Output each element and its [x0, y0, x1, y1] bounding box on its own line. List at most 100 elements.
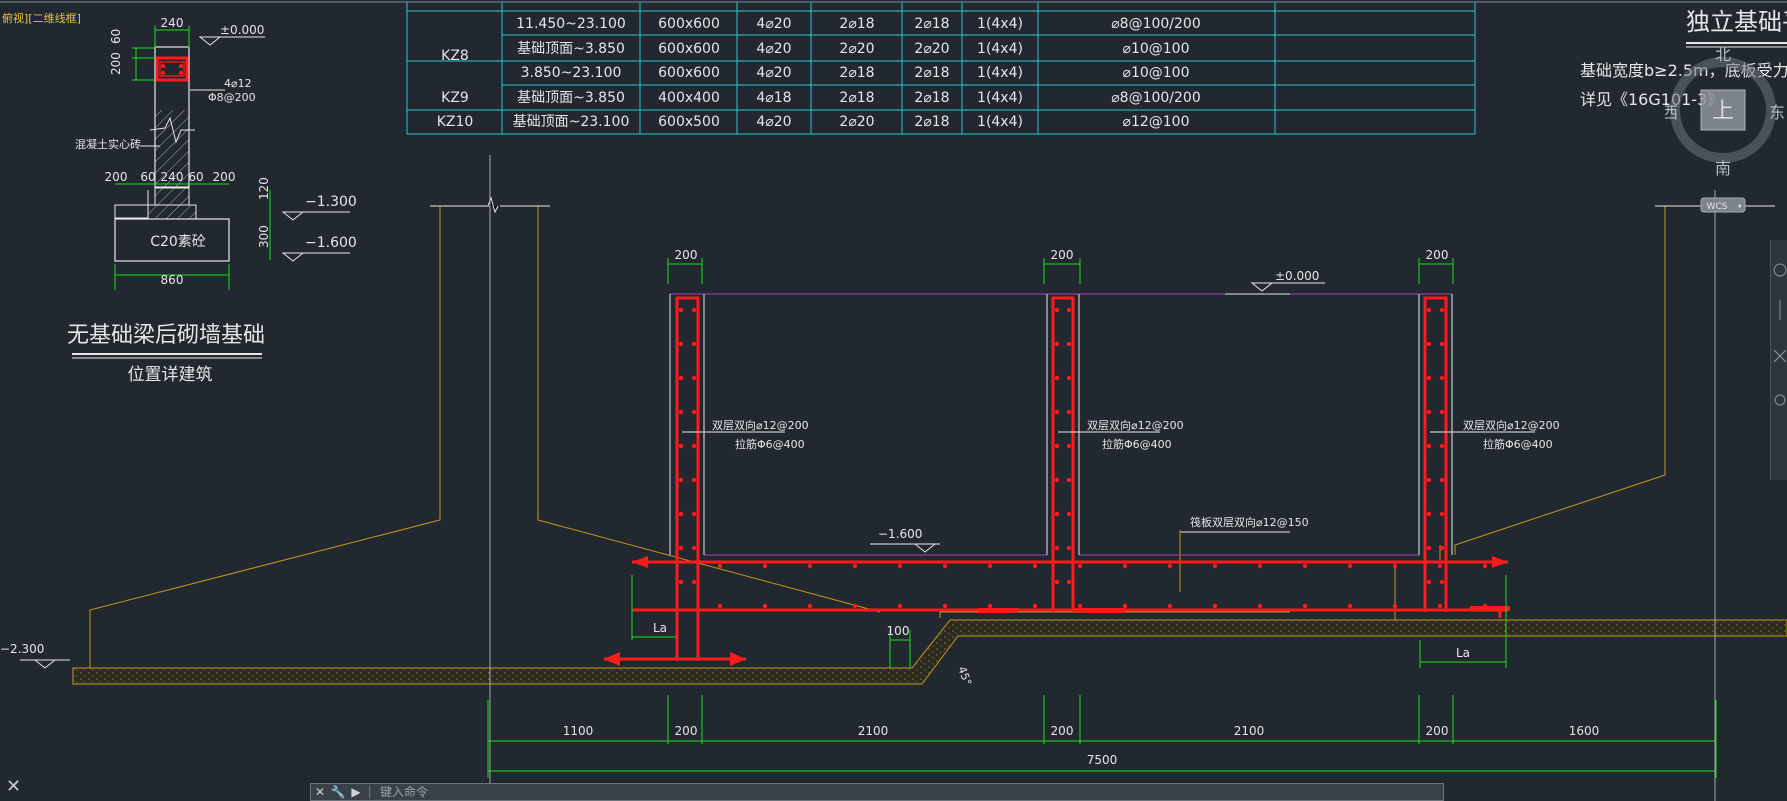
- view-cube-face-label: 上: [1712, 99, 1734, 124]
- rebar-dot: [1054, 545, 1060, 551]
- section-wall-tie-2: 拉筋Φ6@400: [1102, 437, 1172, 451]
- rebar-dot: [1302, 603, 1308, 609]
- table-cell-corner: 4⌀20: [756, 114, 791, 130]
- table-cell-b_side: 2⌀18: [839, 90, 874, 106]
- wcs-label: WCS: [1707, 202, 1728, 212]
- table-cell-corner: 4⌀20: [756, 16, 791, 32]
- rebar-dot: [1426, 375, 1432, 381]
- compass-north: 北: [1715, 45, 1731, 64]
- ucs-icon: ✕: [6, 776, 22, 797]
- rebar-dot: [1167, 563, 1173, 569]
- table-cell-b_side: 2⌀20: [839, 114, 874, 130]
- table-cell-h_side: 2⌀18: [914, 65, 949, 81]
- table-cell-b_side: 2⌀18: [839, 65, 874, 81]
- rebar-dot: [1347, 563, 1353, 569]
- rebar-dot: [678, 443, 684, 449]
- detail-elev-top: ±0.000: [220, 23, 264, 37]
- compass-west: 西: [1665, 103, 1678, 122]
- rebar-dot: [762, 603, 768, 609]
- rebar-dot: [678, 341, 684, 347]
- rebar-dot: [1439, 511, 1445, 517]
- detail-subtitle: 位置详建筑: [128, 365, 213, 385]
- rebar-dot: [691, 409, 697, 415]
- section-wall-tie-1: 拉筋Φ6@400: [735, 437, 805, 451]
- compass-south: 南: [1715, 159, 1731, 178]
- rebar-dot: [1054, 409, 1060, 415]
- table-cell-stirrup_type: 1(4x4): [977, 41, 1023, 57]
- rebar-dot: [1347, 603, 1353, 609]
- rebar-dot: [691, 545, 697, 551]
- command-line[interactable]: ✕ 🔧 ▶ 键入命令: [310, 783, 1444, 801]
- table-cell-section: 600x500: [658, 114, 720, 130]
- section-bottom-dim-7: 1600: [1569, 724, 1600, 738]
- rebar-dot: [678, 375, 684, 381]
- rebar-dot: [1212, 563, 1218, 569]
- section-dim-100: 100: [887, 624, 910, 638]
- viewport-label[interactable]: 俯视][二维线框]: [2, 11, 81, 25]
- section-top-dim-3: 200: [1426, 248, 1449, 262]
- command-history-icon[interactable]: ▶: [347, 784, 365, 800]
- rebar-dot: [1066, 477, 1072, 483]
- command-separator: [369, 785, 370, 799]
- section-la-right: La: [1456, 646, 1470, 660]
- table-cell-elev: 基础顶面~23.100: [513, 113, 630, 130]
- table-cell-section: 600x600: [658, 65, 720, 81]
- detail-dim-300: 300: [257, 225, 271, 248]
- detail-dim-200: 200: [109, 52, 123, 75]
- table-cell-stirrup: ⌀12@100: [1123, 114, 1190, 130]
- detail-dim-b1: 60: [140, 170, 155, 184]
- rebar-dot: [1426, 511, 1432, 517]
- table-cell-section: 600x600: [658, 41, 720, 57]
- section-elev-pit: −1.600: [878, 527, 922, 541]
- navigation-bar[interactable]: [1770, 240, 1787, 480]
- rebar-dot: [1066, 307, 1072, 313]
- table-cell-section: 600x600: [658, 16, 720, 32]
- section-wall-rebar-1: 双层双向⌀12@200: [712, 418, 809, 432]
- rebar-dot: [1426, 579, 1432, 585]
- rebar-dot: [678, 307, 684, 313]
- rebar-dot: [897, 563, 903, 569]
- rebar-dot: [1054, 341, 1060, 347]
- rebar-dot: [1122, 603, 1128, 609]
- table-cell-h_side: 2⌀18: [914, 16, 949, 32]
- wcs-chevron-icon: ▾: [1737, 202, 1742, 212]
- detail-dim-120: 120: [257, 177, 271, 200]
- section-bottom-dim-6: 200: [1426, 724, 1449, 738]
- rebar-dot: [1066, 511, 1072, 517]
- table-cell-elev: 3.850~23.100: [521, 65, 622, 81]
- command-input[interactable]: 键入命令: [374, 784, 1443, 800]
- table-cell-b_side: 2⌀20: [839, 41, 874, 57]
- rebar-dot: [807, 603, 813, 609]
- rebar-dot: [1257, 563, 1263, 569]
- close-icon[interactable]: ✕: [311, 784, 329, 800]
- rebar-dot: [1167, 603, 1173, 609]
- right-notes-title: 独立基础平: [1686, 8, 1787, 36]
- rebar-dot: [1257, 603, 1263, 609]
- table-cell-elev: 基础顶面~3.850: [517, 40, 625, 57]
- view-cube[interactable]: 上 北 南 东 西 WCS ▾: [1662, 38, 1785, 228]
- table-cell-h_side: 2⌀18: [914, 90, 949, 106]
- rebar-dot: [1066, 341, 1072, 347]
- rebar-dot: [678, 511, 684, 517]
- section-wall-rebar-3: 双层双向⌀12@200: [1463, 418, 1560, 432]
- rebar-dot: [1054, 477, 1060, 483]
- rebar-dot: [1032, 563, 1038, 569]
- table-cell-stirrup: ⌀10@100: [1123, 41, 1190, 57]
- rebar-dot: [691, 579, 697, 585]
- compass-east: 东: [1769, 103, 1785, 122]
- orbit-icon: [1774, 394, 1786, 406]
- rebar-dot: [678, 579, 684, 585]
- rebar-dot: [1426, 307, 1432, 313]
- detail-base-label: C20素砼: [150, 234, 206, 250]
- rebar-dot: [1066, 375, 1072, 381]
- section-wall-tie-3: 拉筋Φ6@400: [1483, 437, 1553, 451]
- detail-stirrup: Φ8@200: [208, 91, 256, 104]
- rebar-dot: [1077, 603, 1083, 609]
- cad-drawing-canvas[interactable]: 俯视][二维线框] 11.450~23.100 600x600 4⌀20 2⌀18 2⌀…: [0, 0, 1787, 801]
- rebar-dot: [678, 477, 684, 483]
- detail-elev-1: −1.300: [305, 194, 357, 210]
- table-cell-stirrup: ⌀8@100/200: [1111, 90, 1201, 106]
- table-cell-corner: 4⌀20: [756, 41, 791, 57]
- rebar-dot: [691, 307, 697, 313]
- wrench-icon[interactable]: 🔧: [329, 784, 347, 800]
